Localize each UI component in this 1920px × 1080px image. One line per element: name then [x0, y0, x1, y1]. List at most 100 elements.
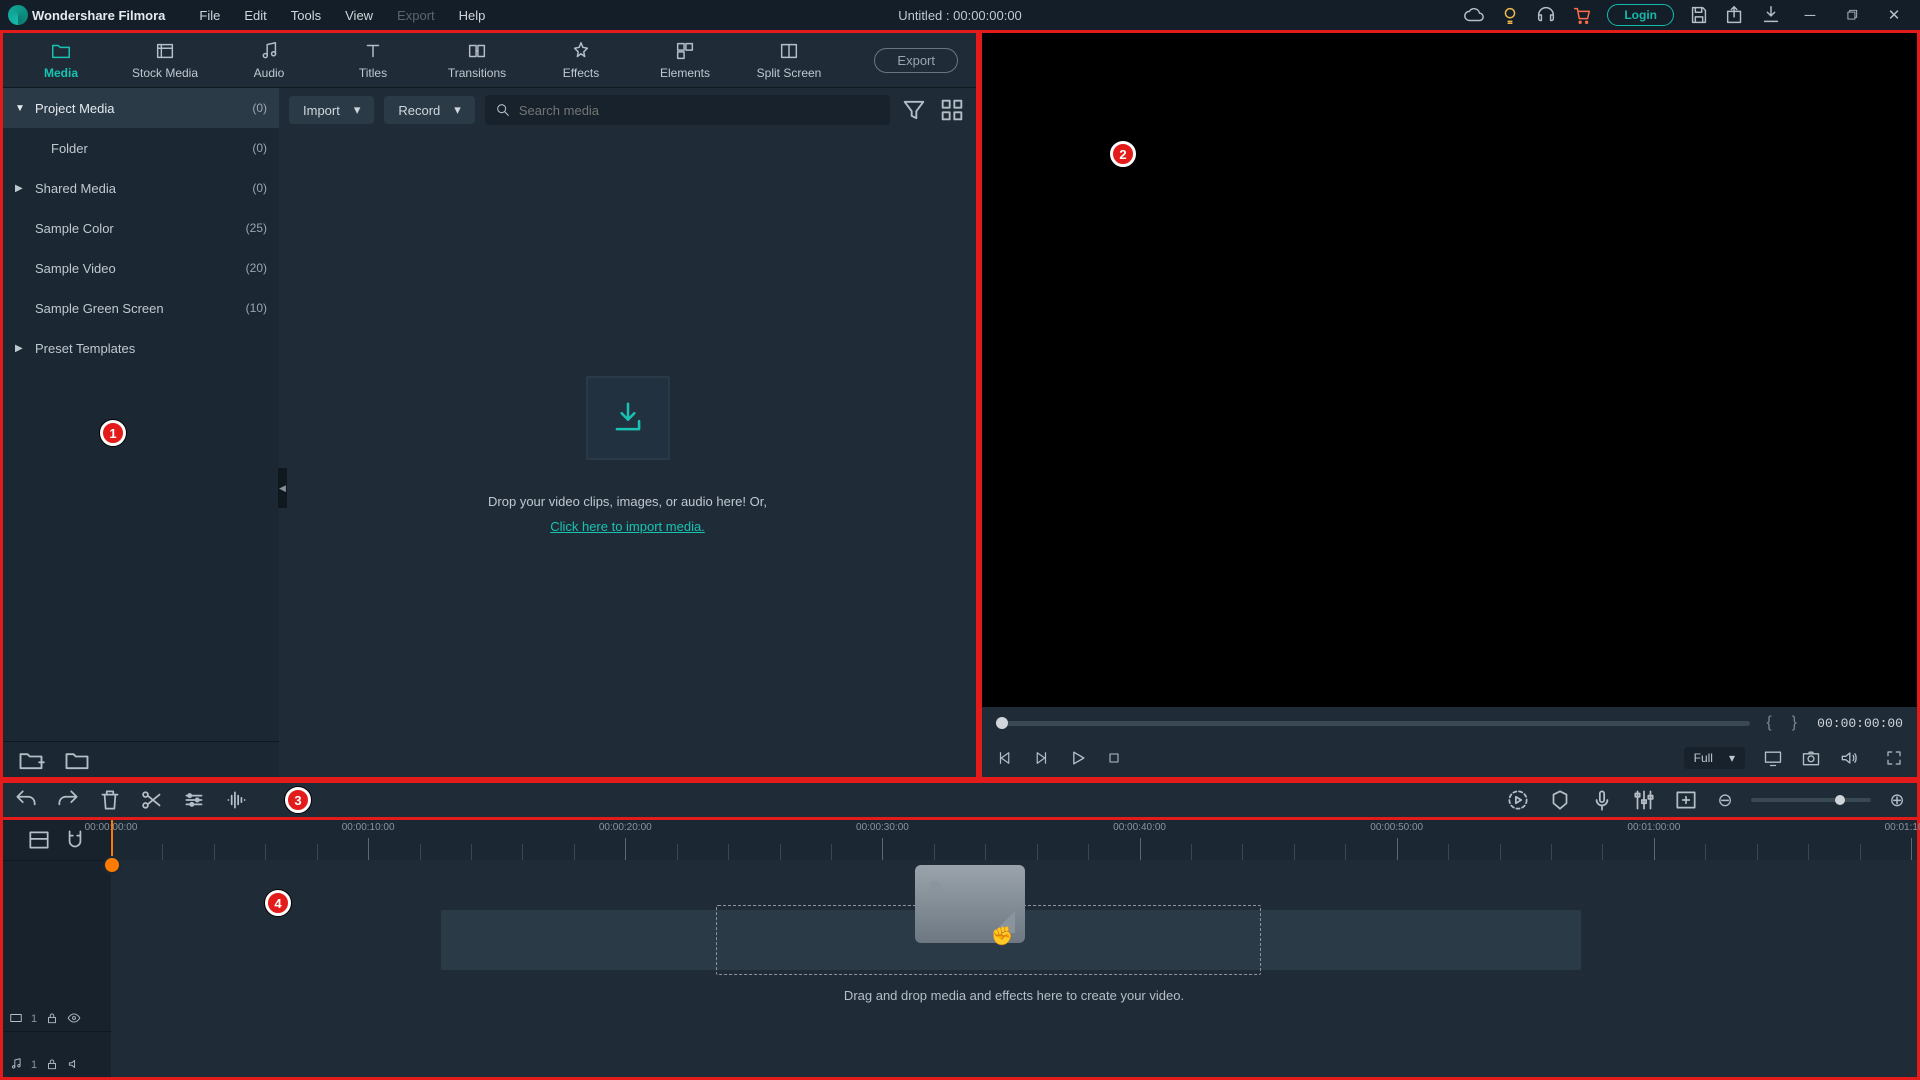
open-folder-icon[interactable]	[63, 746, 91, 774]
media-drop-zone[interactable]: Drop your video clips, images, or audio …	[279, 132, 976, 777]
step-forward-button[interactable]	[1032, 749, 1050, 767]
tab-split-screen[interactable]: Split Screen	[739, 40, 839, 80]
project-title: Untitled : 00:00:00:00	[898, 8, 1022, 23]
step-back-button[interactable]	[996, 749, 1014, 767]
mark-in-button[interactable]: {	[1762, 714, 1775, 732]
timeline-tracks[interactable]: ✊ Drag and drop media and effects here t…	[111, 860, 1917, 1077]
sidebar-item-folder[interactable]: Folder(0)	[3, 128, 279, 168]
new-folder-icon[interactable]	[17, 746, 45, 774]
maximize-button[interactable]	[1838, 1, 1866, 29]
menu-edit[interactable]: Edit	[234, 4, 276, 27]
zoom-in-button[interactable]: ⊕	[1887, 790, 1907, 811]
audio-track-icon	[9, 1057, 23, 1071]
playhead[interactable]	[111, 820, 113, 860]
preview-quality-dropdown[interactable]: Full▾	[1684, 747, 1745, 769]
split-button[interactable]	[139, 787, 165, 813]
search-field[interactable]	[519, 103, 880, 118]
import-media-link[interactable]: Click here to import media.	[550, 519, 705, 534]
audio-track-header[interactable]: 1	[3, 1031, 111, 1077]
cloud-icon[interactable]	[1463, 4, 1485, 26]
render-preview-icon[interactable]	[1505, 787, 1531, 813]
preview-timecode: 00:00:00:00	[1813, 716, 1903, 731]
sidebar-item-preset-templates[interactable]: ▶Preset Templates	[3, 328, 279, 368]
support-icon[interactable]	[1535, 4, 1557, 26]
minimize-button[interactable]: ─	[1796, 1, 1824, 29]
seek-thumb[interactable]	[996, 717, 1008, 729]
record-dropdown[interactable]: Record▾	[384, 96, 474, 124]
search-media-input[interactable]	[485, 95, 890, 125]
display-settings-icon[interactable]	[1763, 748, 1783, 768]
delete-button[interactable]	[97, 787, 123, 813]
preview-panel: 2 { } 00:00:00:00 Full▾	[979, 30, 1920, 780]
chevron-down-icon: ▾	[454, 102, 461, 118]
audio-edit-button[interactable]	[223, 787, 249, 813]
lock-icon[interactable]	[45, 1057, 59, 1071]
tab-stock-media[interactable]: Stock Media	[115, 40, 215, 80]
media-browser: ◀ Import▾ Record▾ Drop your video clip	[279, 88, 976, 777]
zoom-slider[interactable]	[1751, 798, 1871, 802]
share-icon[interactable]	[1724, 4, 1746, 26]
speaker-icon[interactable]	[67, 1057, 81, 1071]
play-button[interactable]	[1068, 748, 1088, 768]
cart-icon[interactable]	[1571, 4, 1593, 26]
close-button[interactable]: ✕	[1880, 1, 1908, 29]
grab-cursor-icon: ✊	[991, 926, 1013, 947]
grid-view-icon[interactable]	[938, 96, 966, 124]
tab-elements[interactable]: Elements	[635, 40, 735, 80]
sidebar-item-project-media[interactable]: ▼Project Media(0)	[3, 88, 279, 128]
timeline-toolbar: 3 ⊖ ⊕	[0, 780, 1920, 820]
menu-tools[interactable]: Tools	[281, 4, 331, 27]
timeline-settings-icon[interactable]	[26, 827, 52, 853]
tab-effects[interactable]: Effects	[531, 40, 631, 80]
chevron-down-icon: ▾	[354, 102, 361, 118]
voiceover-icon[interactable]	[1589, 787, 1615, 813]
tab-audio[interactable]: Audio	[219, 40, 319, 80]
tips-icon[interactable]	[1499, 4, 1521, 26]
title-bar: Wondershare Filmora File Edit Tools View…	[0, 0, 1920, 30]
sidebar-item-shared-media[interactable]: ▶Shared Media(0)	[3, 168, 279, 208]
menu-view[interactable]: View	[335, 4, 383, 27]
tab-transitions[interactable]: Transitions	[427, 40, 527, 80]
zoom-out-button[interactable]: ⊖	[1715, 790, 1735, 811]
seek-bar[interactable]	[996, 721, 1750, 726]
drop-hint-text: Drop your video clips, images, or audio …	[488, 494, 767, 509]
volume-icon[interactable]	[1839, 748, 1859, 768]
mixer-icon[interactable]	[1631, 787, 1657, 813]
video-track-header[interactable]: 1	[3, 860, 111, 1031]
region-marker-2: 2	[1110, 141, 1136, 167]
time-ruler[interactable]: 00:00:00:0000:00:10:0000:00:20:0000:00:3…	[111, 820, 1917, 860]
update-icon[interactable]	[1760, 4, 1782, 26]
stop-button[interactable]	[1106, 750, 1122, 766]
caret-right-icon: ▶	[15, 343, 29, 354]
region-marker-3: 3	[285, 787, 311, 813]
tab-media[interactable]: Media	[11, 40, 111, 80]
undo-button[interactable]	[13, 787, 39, 813]
login-button[interactable]: Login	[1607, 4, 1674, 26]
redo-button[interactable]	[55, 787, 81, 813]
filter-icon[interactable]	[900, 96, 928, 124]
zoom-thumb[interactable]	[1835, 795, 1845, 805]
collapse-sidebar-handle[interactable]: ◀	[278, 468, 287, 508]
export-button[interactable]: Export	[874, 48, 958, 73]
media-sidebar: ▼Project Media(0) Folder(0) ▶Shared Medi…	[3, 88, 279, 777]
tab-titles[interactable]: Titles	[323, 40, 423, 80]
library-panel: 1 Media Stock Media Audio Titles Transit…	[0, 30, 979, 780]
sidebar-item-sample-green-screen[interactable]: Sample Green Screen(10)	[3, 288, 279, 328]
menu-file[interactable]: File	[189, 4, 230, 27]
add-track-icon[interactable]	[1673, 787, 1699, 813]
sidebar-item-sample-color[interactable]: Sample Color(25)	[3, 208, 279, 248]
snapshot-icon[interactable]	[1801, 748, 1821, 768]
crop-button[interactable]	[181, 787, 207, 813]
preview-canvas[interactable]	[982, 33, 1917, 707]
mark-out-button[interactable]: }	[1788, 714, 1801, 732]
import-dropdown[interactable]: Import▾	[289, 96, 374, 124]
import-tile[interactable]	[586, 376, 670, 460]
sidebar-item-sample-video[interactable]: Sample Video(20)	[3, 248, 279, 288]
lock-icon[interactable]	[45, 1011, 59, 1025]
timeline-panel: 4 00:00:00:0000:00:10:0000:00:20:0000:00…	[0, 820, 1920, 1080]
save-icon[interactable]	[1688, 4, 1710, 26]
eye-icon[interactable]	[67, 1011, 81, 1025]
menu-help[interactable]: Help	[449, 4, 496, 27]
fullscreen-icon[interactable]	[1885, 749, 1903, 767]
marker-icon[interactable]	[1547, 787, 1573, 813]
